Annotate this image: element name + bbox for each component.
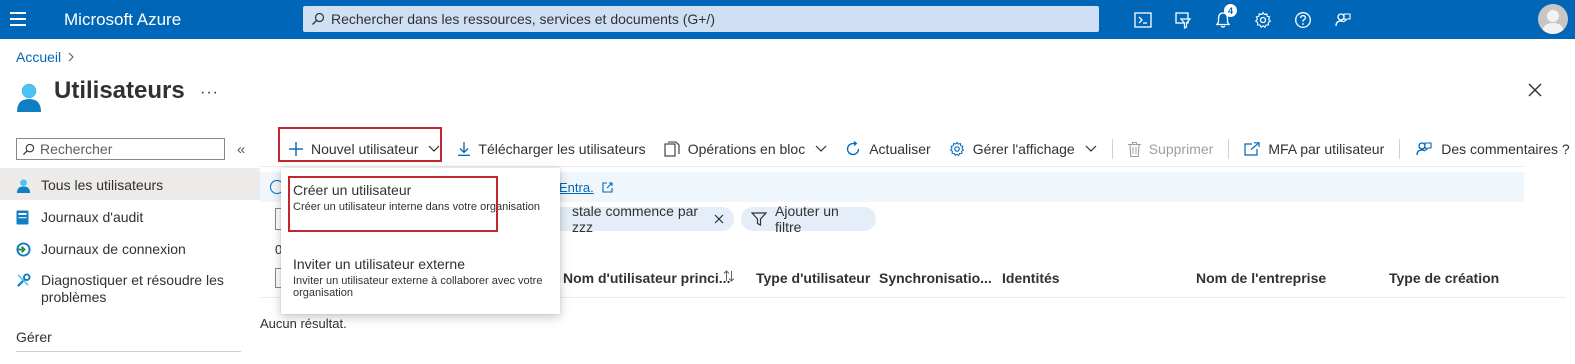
remove-filter-icon[interactable] <box>714 214 724 224</box>
bulk-operations-button[interactable]: Opérations en bloc <box>655 131 837 167</box>
notifications-icon[interactable]: 4 <box>1203 4 1243 32</box>
close-icon[interactable] <box>1527 82 1543 98</box>
menu-item-description: Inviter un utilisateur externe à collabo… <box>293 275 543 299</box>
collapse-sidebar-icon[interactable]: « <box>237 141 245 158</box>
users-icon <box>15 82 43 112</box>
refresh-button[interactable]: Actualiser <box>836 131 939 167</box>
global-search-input[interactable] <box>331 11 1071 27</box>
chevron-down-icon <box>815 145 827 153</box>
toolbar-separator <box>1399 139 1401 159</box>
audit-log-icon <box>16 210 32 225</box>
manage-view-button[interactable]: Gérer l'affichage <box>940 131 1106 167</box>
cloud-shell-icon[interactable] <box>1123 8 1163 32</box>
external-link-icon <box>1244 142 1260 156</box>
mfa-per-user-label: MFA par utilisateur <box>1268 141 1385 157</box>
toolbar-separator <box>1111 139 1113 159</box>
directory-filter-icon[interactable] <box>1163 8 1203 32</box>
search-icon <box>311 12 325 26</box>
more-options-icon[interactable]: ··· <box>200 84 219 102</box>
gear-icon <box>949 141 965 157</box>
feedback-label: Des commentaires ? <box>1441 141 1570 157</box>
delete-label: Supprimer <box>1148 141 1214 157</box>
download-users-button[interactable]: Télécharger les utilisateurs <box>449 131 654 167</box>
page-title: Utilisateurs <box>54 77 185 104</box>
sidebar-search[interactable] <box>16 138 225 160</box>
notification-badge: 4 <box>1224 4 1237 17</box>
search-icon <box>22 143 35 156</box>
toolbar-divider <box>260 166 1524 167</box>
mfa-per-user-button[interactable]: MFA par utilisateur <box>1235 131 1393 167</box>
column-header-user-type[interactable]: Type d'utilisateur <box>756 270 870 286</box>
command-bar: Nouvel utilisateur Télécharger les utili… <box>280 131 1575 167</box>
feedback-button[interactable]: Des commentaires ? <box>1406 131 1575 167</box>
chevron-down-icon <box>1085 145 1097 153</box>
toolbar-separator <box>1228 139 1230 159</box>
create-user-highlight <box>288 176 498 232</box>
add-filter-label: Ajouter un filtre <box>775 203 839 235</box>
account-avatar[interactable] <box>1538 4 1568 34</box>
wrench-icon <box>16 273 32 288</box>
global-search[interactable] <box>303 6 1099 32</box>
sidebar-section-manage: Gérer <box>16 329 52 345</box>
top-bar: Microsoft Azure 4 <box>0 0 1575 39</box>
breadcrumb: Accueil <box>16 49 75 65</box>
empty-state: Aucun résultat. <box>260 316 347 331</box>
help-icon[interactable] <box>1283 8 1323 32</box>
menu-item-title: Inviter un utilisateur externe <box>293 256 465 272</box>
sidebar-item-label: Journaux de connexion <box>41 241 186 257</box>
sidebar-item-sign-in-logs[interactable]: Journaux de connexion <box>0 241 260 258</box>
feedback-person-icon <box>1415 140 1433 158</box>
brand-title[interactable]: Microsoft Azure <box>64 10 181 30</box>
entra-link[interactable]: Entra. <box>559 180 613 195</box>
sidebar-item-label: Journaux d'audit <box>41 209 144 225</box>
column-header-creation-type[interactable]: Type de création <box>1389 270 1499 286</box>
sidebar-search-input[interactable] <box>40 141 220 157</box>
add-filter-button[interactable]: Ajouter un filtre <box>741 203 876 235</box>
menu-item-invite-external-user[interactable]: Inviter un utilisateur externe Inviter u… <box>293 256 543 299</box>
sidebar-divider <box>16 351 241 352</box>
download-icon <box>458 142 471 156</box>
sidebar-item-label: Tous les utilisateurs <box>41 177 164 193</box>
sidebar-item-all-users[interactable]: Tous les utilisateurs <box>0 168 260 200</box>
external-link-icon <box>602 182 613 193</box>
new-user-highlight <box>278 127 442 162</box>
entra-link-label: Entra. <box>559 180 594 195</box>
active-filter-label: stale commence par zzz <box>572 203 699 235</box>
settings-gear-icon[interactable] <box>1243 8 1283 32</box>
refresh-label: Actualiser <box>869 141 931 157</box>
column-header-sync[interactable]: Synchronisatio... <box>879 270 992 286</box>
sign-in-log-icon <box>16 242 32 257</box>
download-users-label: Télécharger les utilisateurs <box>478 141 646 157</box>
delete-button[interactable]: Supprimer <box>1119 131 1223 167</box>
trash-icon <box>1127 141 1141 157</box>
manage-view-label: Gérer l'affichage <box>972 141 1075 157</box>
sidebar-item-label: Diagnostiquer et résoudre les problèmes <box>41 272 224 305</box>
column-header-company[interactable]: Nom de l'entreprise <box>1196 270 1326 286</box>
filter-icon <box>751 212 767 226</box>
sidebar-item-audit-logs[interactable]: Journaux d'audit <box>0 209 260 226</box>
column-header-upn[interactable]: Nom d'utilisateur princi... <box>563 270 730 286</box>
active-filter-pill[interactable]: stale commence par zzz <box>548 203 734 235</box>
feedback-icon[interactable] <box>1323 8 1363 32</box>
refresh-icon <box>845 141 861 157</box>
chevron-right-icon <box>67 52 75 62</box>
sort-icon[interactable] <box>723 270 735 282</box>
sidebar-item-diagnose[interactable]: Diagnostiquer et résoudre les problèmes <box>0 272 260 306</box>
user-icon <box>16 178 32 193</box>
column-header-identities[interactable]: Identités <box>1002 270 1060 286</box>
breadcrumb-home-link[interactable]: Accueil <box>16 49 61 65</box>
documents-icon <box>664 141 680 157</box>
bulk-operations-label: Opérations en bloc <box>687 141 806 157</box>
hamburger-menu-icon[interactable] <box>10 9 32 29</box>
